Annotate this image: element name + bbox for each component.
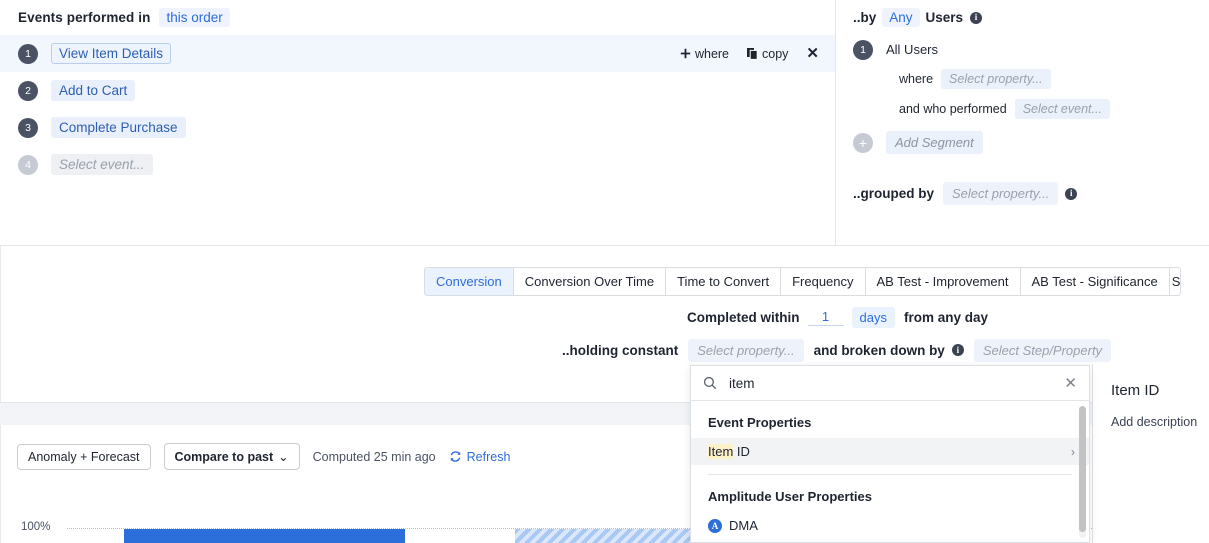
segment-where-row: where Select property... xyxy=(836,64,1209,94)
info-icon-broken-down-by[interactable]: i xyxy=(952,344,964,356)
tab-frequency[interactable]: Frequency xyxy=(781,267,865,296)
dropdown-item-dma-label: DMA xyxy=(729,518,758,533)
dropdown-item-dma[interactable]: A DMA xyxy=(691,512,1089,539)
segment-performed-label: and who performed xyxy=(899,102,1007,116)
copy-icon xyxy=(747,48,758,60)
funnel-step-row-3[interactable]: 3 Complete Purchase xyxy=(0,109,835,146)
grouped-by-row: ..grouped by Select property... i xyxy=(836,182,1209,205)
segment-pane: ..by Any Users i 1 All Users where Selec… xyxy=(836,0,1209,245)
dropdown-scrollbar[interactable] xyxy=(1079,406,1086,538)
funnel-analysis-screen: Events performed in this order 1 View It… xyxy=(0,0,1209,543)
segment-number-1: 1 xyxy=(853,40,873,60)
tab-overflow-partial[interactable]: S xyxy=(1170,267,1181,296)
tab-ab-test-significance[interactable]: AB Test - Significance xyxy=(1021,267,1170,296)
property-detail-panel: Item ID Add description xyxy=(1092,364,1209,543)
broken-down-by-property-input[interactable]: Select Step/Property xyxy=(974,339,1111,362)
refresh-label: Refresh xyxy=(467,450,511,464)
close-icon[interactable]: ✕ xyxy=(1064,376,1077,391)
bar-view-item-details[interactable]: 212,820 xyxy=(124,529,405,543)
dropdown-search-row: ✕ xyxy=(691,366,1089,401)
segment-row-all-users[interactable]: 1 All Users xyxy=(836,35,1209,64)
event-chip-add-to-cart[interactable]: Add to Cart xyxy=(51,80,135,101)
completed-within-label: Completed within xyxy=(687,310,800,325)
tab-conversion-over-time[interactable]: Conversion Over Time xyxy=(514,267,666,296)
events-performed-label: Events performed in xyxy=(18,10,150,25)
anomaly-forecast-button[interactable]: Anomaly + Forecast xyxy=(17,444,151,470)
step-number-1: 1 xyxy=(18,44,38,64)
segment-name-label: All Users xyxy=(886,42,938,57)
step-number-3: 3 xyxy=(18,118,38,138)
from-any-day-label: from any day xyxy=(904,310,988,325)
segment-where-property-input[interactable]: Select property... xyxy=(941,69,1051,89)
holding-constant-property-input[interactable]: Select property... xyxy=(688,339,803,362)
users-label: Users xyxy=(926,10,964,25)
segment-performed-row: and who performed Select event... xyxy=(836,94,1209,124)
segment-performed-event-input[interactable]: Select event... xyxy=(1015,99,1110,119)
add-where-button[interactable]: where xyxy=(680,47,729,61)
segment-header: ..by Any Users i xyxy=(836,0,1209,35)
group-header-event-properties: Event Properties xyxy=(691,401,1089,438)
property-detail-title: Item ID xyxy=(1111,382,1209,399)
segment-where-label: where xyxy=(899,72,933,86)
tab-conversion[interactable]: Conversion xyxy=(424,267,514,296)
refresh-button[interactable]: Refresh xyxy=(449,450,511,464)
property-search-input[interactable] xyxy=(727,375,1064,392)
search-match-highlight: Item xyxy=(708,444,733,459)
funnel-row-actions: where copy ✕ xyxy=(680,35,819,72)
add-where-label: where xyxy=(695,47,729,61)
grouped-by-property-input[interactable]: Select property... xyxy=(943,182,1058,205)
dropdown-item-item-id-rest: ID xyxy=(733,444,750,459)
property-add-description-link[interactable]: Add description xyxy=(1111,415,1209,429)
funnel-step-row-1[interactable]: 1 View Item Details where cop xyxy=(0,35,835,72)
event-chip-view-item-details[interactable]: View Item Details xyxy=(51,43,171,64)
step-number-4: 4 xyxy=(18,155,38,175)
events-pane: Events performed in this order 1 View It… xyxy=(0,0,836,245)
chart-toolbar: Anomaly + Forecast Compare to past ⌄ Comp… xyxy=(17,443,510,470)
holding-constant-label: ..holding constant xyxy=(562,343,678,358)
bar-add-to-cart-hatched[interactable] xyxy=(515,529,691,543)
y-axis-tick-100: 100% xyxy=(21,521,50,533)
compare-to-past-button[interactable]: Compare to past ⌄ xyxy=(164,443,300,470)
by-label: ..by xyxy=(853,10,876,25)
grouped-by-label: ..grouped by xyxy=(853,186,934,201)
property-search-dropdown: ✕ Event Properties Item ID › Amplitude U… xyxy=(690,365,1090,543)
refresh-icon xyxy=(449,450,462,463)
add-segment-row[interactable]: + Add Segment xyxy=(836,127,1209,158)
conversion-window-unit-chip[interactable]: days xyxy=(852,307,895,328)
tab-time-to-convert[interactable]: Time to Convert xyxy=(666,267,781,296)
events-header: Events performed in this order xyxy=(0,0,835,35)
chart-type-tabbar: Conversion Conversion Over Time Time to … xyxy=(424,267,1181,296)
dropdown-item-item-id[interactable]: Item ID › xyxy=(691,438,1089,465)
plus-icon xyxy=(680,48,691,59)
query-builder-section: Events performed in this order 1 View It… xyxy=(0,0,1209,246)
copy-step-button[interactable]: copy xyxy=(747,47,788,61)
compare-to-past-label: Compare to past xyxy=(175,450,274,464)
info-icon-grouped-by[interactable]: i xyxy=(1065,188,1077,200)
event-order-chip[interactable]: this order xyxy=(159,8,229,27)
search-icon xyxy=(703,376,717,390)
dropdown-results-list: Event Properties Item ID › Amplitude Use… xyxy=(691,401,1089,543)
plus-icon-add-segment: + xyxy=(853,133,873,153)
event-chip-complete-purchase[interactable]: Complete Purchase xyxy=(51,117,186,138)
copy-step-label: copy xyxy=(762,47,788,61)
info-icon-users[interactable]: i xyxy=(970,12,982,24)
tab-ab-test-improvement[interactable]: AB Test - Improvement xyxy=(866,267,1021,296)
add-segment-label[interactable]: Add Segment xyxy=(886,131,983,154)
broken-down-by-label: and broken down by xyxy=(814,343,945,358)
chevron-right-icon: › xyxy=(1071,445,1075,459)
chevron-down-icon: ⌄ xyxy=(278,450,288,464)
conversion-window-input[interactable] xyxy=(808,308,844,326)
completed-within-row: Completed within days from any day xyxy=(1,306,1209,328)
group-header-amplitude-user-properties: Amplitude User Properties xyxy=(691,475,1089,512)
event-chip-select-event[interactable]: Select event... xyxy=(51,154,153,175)
amplitude-logo-icon: A xyxy=(708,519,722,533)
holding-constant-row: ..holding constant Select property... an… xyxy=(1,339,1209,361)
dropdown-scrollbar-thumb[interactable] xyxy=(1079,406,1086,532)
computed-timestamp-label: Computed 25 min ago xyxy=(313,450,436,464)
funnel-step-row-4[interactable]: 4 Select event... xyxy=(0,146,835,183)
step-number-2: 2 xyxy=(18,81,38,101)
remove-step-button[interactable]: ✕ xyxy=(806,46,819,61)
any-chip[interactable]: Any xyxy=(882,8,919,27)
funnel-step-row-2[interactable]: 2 Add to Cart xyxy=(0,72,835,109)
